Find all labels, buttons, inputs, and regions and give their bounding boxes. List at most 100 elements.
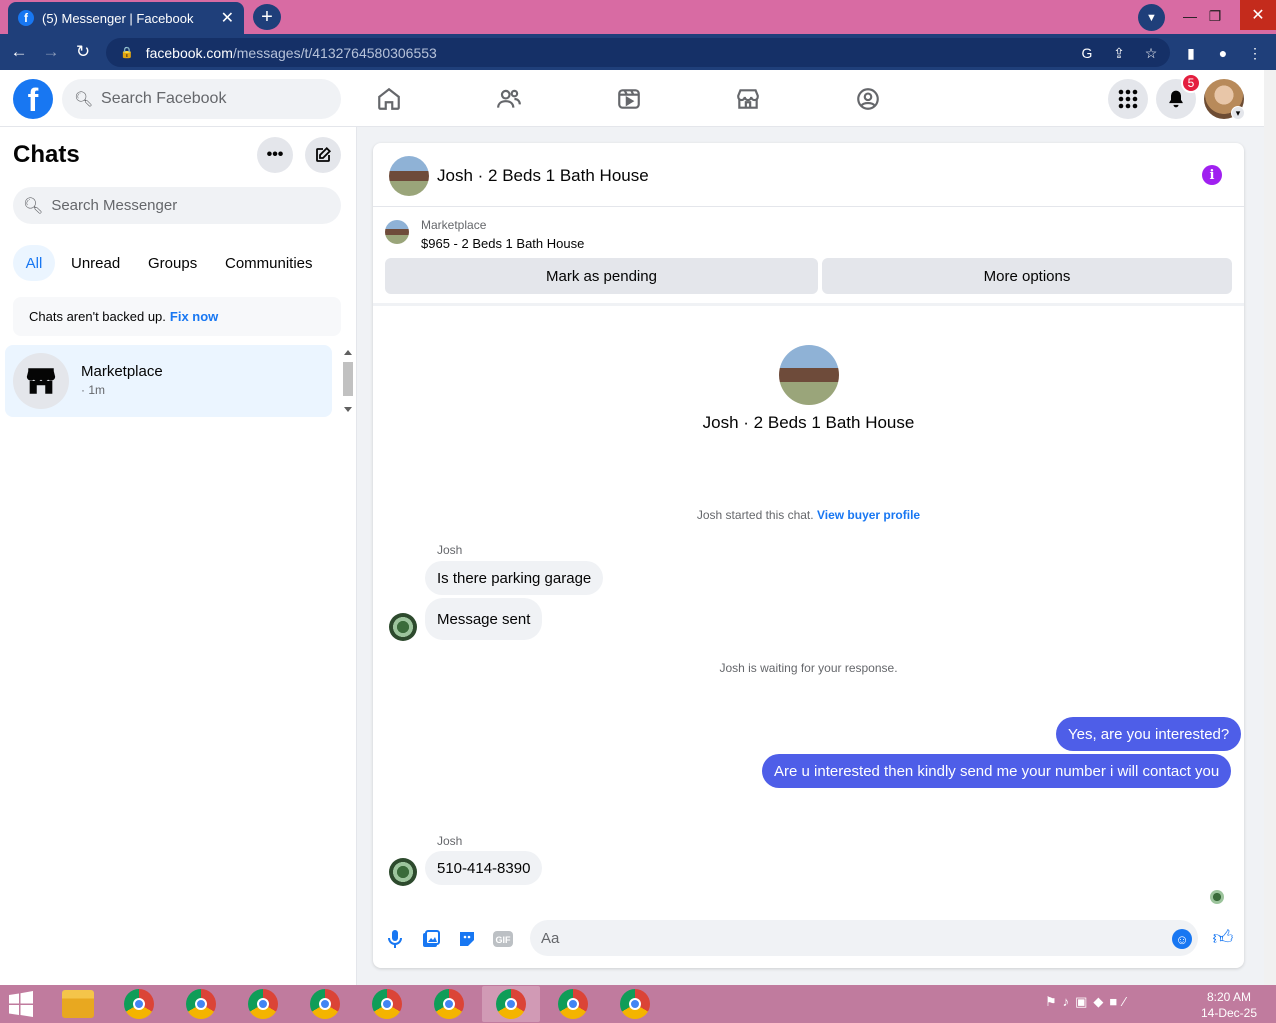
photo-icon[interactable] [419,927,443,951]
incoming-message-bubble[interactable]: Message sent [425,598,543,640]
incoming-message-bubble[interactable]: Is there parking garage [425,561,604,595]
tab-title: (5) Messenger | Facebook [42,10,194,26]
mark-as-pending-button[interactable]: Mark as pending [385,258,818,294]
outgoing-message-bubble[interactable]: Yes, are you interested? [1056,717,1242,751]
share-icon[interactable]: ⇪ [1108,42,1130,64]
fix-now-link[interactable]: Fix now [170,309,218,324]
file-explorer-icon[interactable] [62,990,94,1018]
messenger-search-placeholder: Search Messenger [51,197,178,214]
message-sender: Josh [437,543,463,557]
chrome-taskbar-icon[interactable] [606,986,664,1022]
chat-list-scrollbar[interactable] [341,346,355,416]
incoming-message-bubble[interactable]: 510-414-8390 [425,851,543,885]
listing-thumbnail[interactable] [385,220,409,244]
google-lens-icon[interactable]: G [1076,42,1098,64]
message-input[interactable]: Aa [530,920,1198,956]
started-text: Josh started this chat. [696,508,814,522]
search-icon: 🔍︎ [23,197,44,215]
sticker-icon[interactable] [455,927,479,951]
search-placeholder: Search Facebook [101,90,227,107]
chat-name: Marketplace [81,363,163,380]
listing-photo[interactable] [389,156,429,196]
windows-start-icon[interactable] [6,990,36,1018]
url-domain: facebook.com [145,44,233,61]
groups-icon[interactable] [853,84,883,114]
facebook-favicon-icon: f [18,10,34,26]
page-scrollbar[interactable] [1264,70,1276,985]
waiting-notice: Josh is waiting for your response. [719,661,898,675]
thumbs-up-icon[interactable]: 👍︎ [1211,926,1235,950]
chrome-taskbar-icon[interactable] [420,986,478,1022]
reload-icon[interactable]: ↻ [71,40,95,64]
seen-indicator-avatar [1210,890,1224,904]
messenger-search-input[interactable]: 🔍︎ Search Messenger [13,187,341,224]
notification-badge: 5 [1181,73,1201,93]
browser-tab[interactable]: f (5) Messenger | Facebook ✕ [8,2,244,34]
emoji-icon[interactable]: ☺ [1172,929,1192,949]
chat-list-item[interactable]: Marketplace · 1m [5,345,332,417]
profile-photo[interactable] [779,345,839,405]
outgoing-message-bubble[interactable]: Are u interested then kindly send me you… [762,754,1232,788]
more-options-button[interactable]: More options [822,258,1232,294]
profile-icon[interactable]: ● [1212,42,1234,64]
view-buyer-profile-link[interactable]: View buyer profile [817,508,920,522]
bookmark-star-icon[interactable]: ☆ [1140,42,1162,64]
chrome-taskbar-icon[interactable] [544,986,602,1022]
svg-text:GIF: GIF [496,935,512,945]
new-message-icon[interactable] [305,137,341,173]
more-options-icon[interactable]: ••• [257,137,293,173]
marketplace-icon[interactable] [733,84,763,114]
filter-communities[interactable]: Communities [215,245,323,281]
marketplace-label: Marketplace [421,218,487,232]
info-icon[interactable]: i [1202,165,1222,185]
friends-icon[interactable] [494,84,524,114]
side-panel-icon[interactable]: ▮ [1180,42,1202,64]
listing-price-title[interactable]: $965 - 2 Beds 1 Bath House [421,236,584,251]
video-icon[interactable] [614,84,644,114]
window-close-icon[interactable]: ✕ [1240,0,1276,30]
tab-close-icon[interactable]: ✕ [221,8,234,28]
profile-name: Josh · 2 Beds 1 Bath House [702,413,915,432]
minimize-icon[interactable]: — [1178,4,1202,28]
forward-arrow-icon[interactable]: → [39,40,63,64]
sender-avatar[interactable] [389,613,417,641]
system-tray-icons[interactable]: ⚑♪▣◆■⁄ [1045,994,1131,1010]
divider [373,303,1244,306]
chevron-down-icon[interactable]: ▾ [1231,106,1245,120]
chats-title: Chats [13,141,80,168]
chrome-taskbar-icon-active[interactable] [482,986,540,1022]
marketplace-store-icon [13,353,69,409]
search-icon: 🔍︎ [74,91,94,108]
address-bar[interactable]: 🔒 facebook.com /messages/t/4132764580306… [106,38,1170,67]
lock-icon: 🔒 [120,47,134,59]
menu-grid-icon[interactable] [1108,79,1148,119]
restore-icon[interactable]: ❐ [1203,4,1227,28]
chrome-taskbar-icon[interactable] [358,986,416,1022]
new-tab-button[interactable]: + [253,4,281,30]
microphone-icon[interactable] [383,927,407,951]
taskbar-clock[interactable]: 8:20 AM 14-Dec-25 [1196,989,1262,1021]
filter-unread[interactable]: Unread [61,245,130,281]
chat-started-notice: Josh started this chat. View buyer profi… [373,508,1244,522]
chrome-taskbar-icon[interactable] [172,986,230,1022]
filter-all[interactable]: All [13,245,55,281]
tab-search-icon[interactable]: ▼ [1138,4,1165,31]
filter-groups[interactable]: Groups [138,245,207,281]
chrome-taskbar-icon[interactable] [234,986,292,1022]
conversation-title[interactable]: Josh · 2 Beds 1 Bath House [437,166,649,186]
gif-icon[interactable]: GIF [491,927,515,951]
chat-time: · 1m [81,383,105,397]
back-arrow-icon[interactable]: ← [7,40,31,64]
clock-time: 8:20 AM [1206,990,1252,1004]
home-icon[interactable] [374,84,404,114]
backup-text: Chats aren't backed up. [29,309,166,324]
message-input-placeholder: Aa [541,929,560,947]
backup-notice: Chats aren't backed up. Fix now [13,297,341,336]
menu-kebab-icon[interactable]: ⋮ [1244,42,1266,64]
chrome-taskbar-icon[interactable] [110,986,168,1022]
facebook-search-input[interactable]: 🔍︎ Search Facebook [62,79,341,119]
url-path: /messages/t/4132764580306553 [232,44,437,61]
facebook-logo-icon[interactable]: f [13,79,53,119]
sender-avatar[interactable] [389,858,417,886]
chrome-taskbar-icon[interactable] [296,986,354,1022]
